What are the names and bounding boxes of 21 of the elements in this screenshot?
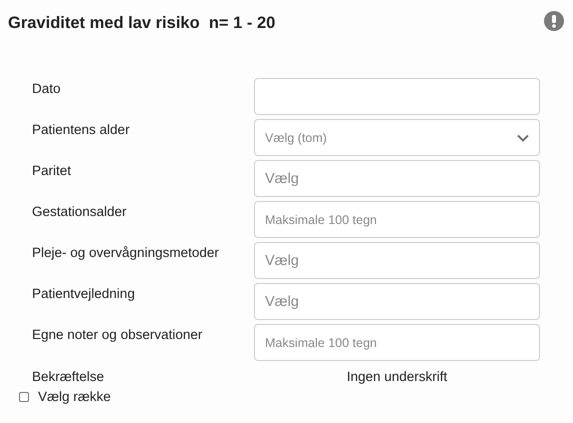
field-label: Patientens alder <box>32 121 131 139</box>
input-field[interactable]: Vælg <box>254 242 540 279</box>
input-field[interactable] <box>254 78 540 115</box>
input-field[interactable]: Vælg <box>254 283 540 320</box>
field-label: Patientvejledning <box>32 285 136 303</box>
exclamation-icon[interactable] <box>544 11 564 31</box>
field-label: Bekræftelse <box>32 368 106 384</box>
field-label: Pleje- og overvågningsmetoder <box>32 244 220 262</box>
input-field[interactable]: Maksimale 100 tegn <box>254 324 540 361</box>
checkbox-label: Vælg række <box>38 389 111 404</box>
signature-status: Ingen underskrift <box>346 368 448 384</box>
chevron-down-icon <box>517 134 529 142</box>
field-label: Paritet <box>32 162 72 180</box>
input-field[interactable]: Vælg <box>254 160 540 197</box>
checkbox[interactable] <box>19 392 29 402</box>
form-title: Graviditet med lav risiko n= 1 - 20 <box>8 14 276 33</box>
field-label: Egne noter og observationer <box>32 326 204 344</box>
dropdown[interactable]: Vælg (tom) <box>254 119 540 156</box>
field-label: Gestationsalder <box>32 203 128 221</box>
input-field[interactable]: Maksimale 100 tegn <box>254 201 540 238</box>
field-label: Dato <box>32 80 62 98</box>
